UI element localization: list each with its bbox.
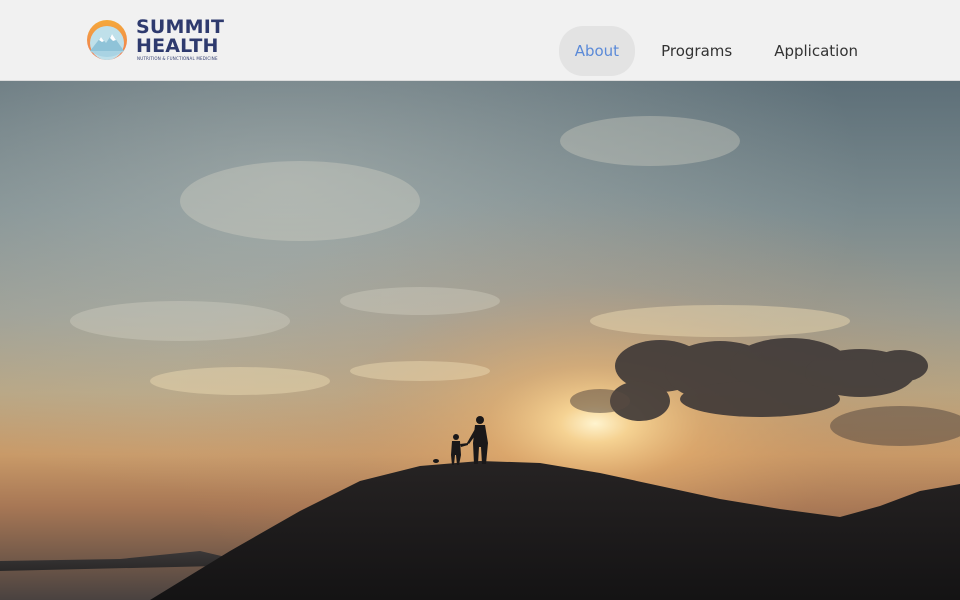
brand-tagline: NUTRITION & FUNCTIONAL MEDICINE	[137, 56, 218, 61]
site-header: SUMMIT HEALTH NUTRITION & FUNCTIONAL MED…	[0, 0, 960, 81]
brand-name-line2: HEALTH	[136, 35, 219, 57]
mountain-sun-logo-icon	[87, 20, 127, 60]
summit-health-logo[interactable]: SUMMIT HEALTH NUTRITION & FUNCTIONAL MED…	[84, 16, 224, 63]
nav-about[interactable]: About	[558, 26, 636, 76]
hero-image	[0, 81, 960, 600]
sunset-hill-scene	[0, 81, 960, 600]
nav-programs[interactable]: Programs	[645, 26, 748, 76]
main-nav: About Programs Application	[558, 26, 874, 76]
nav-application[interactable]: Application	[758, 26, 874, 76]
